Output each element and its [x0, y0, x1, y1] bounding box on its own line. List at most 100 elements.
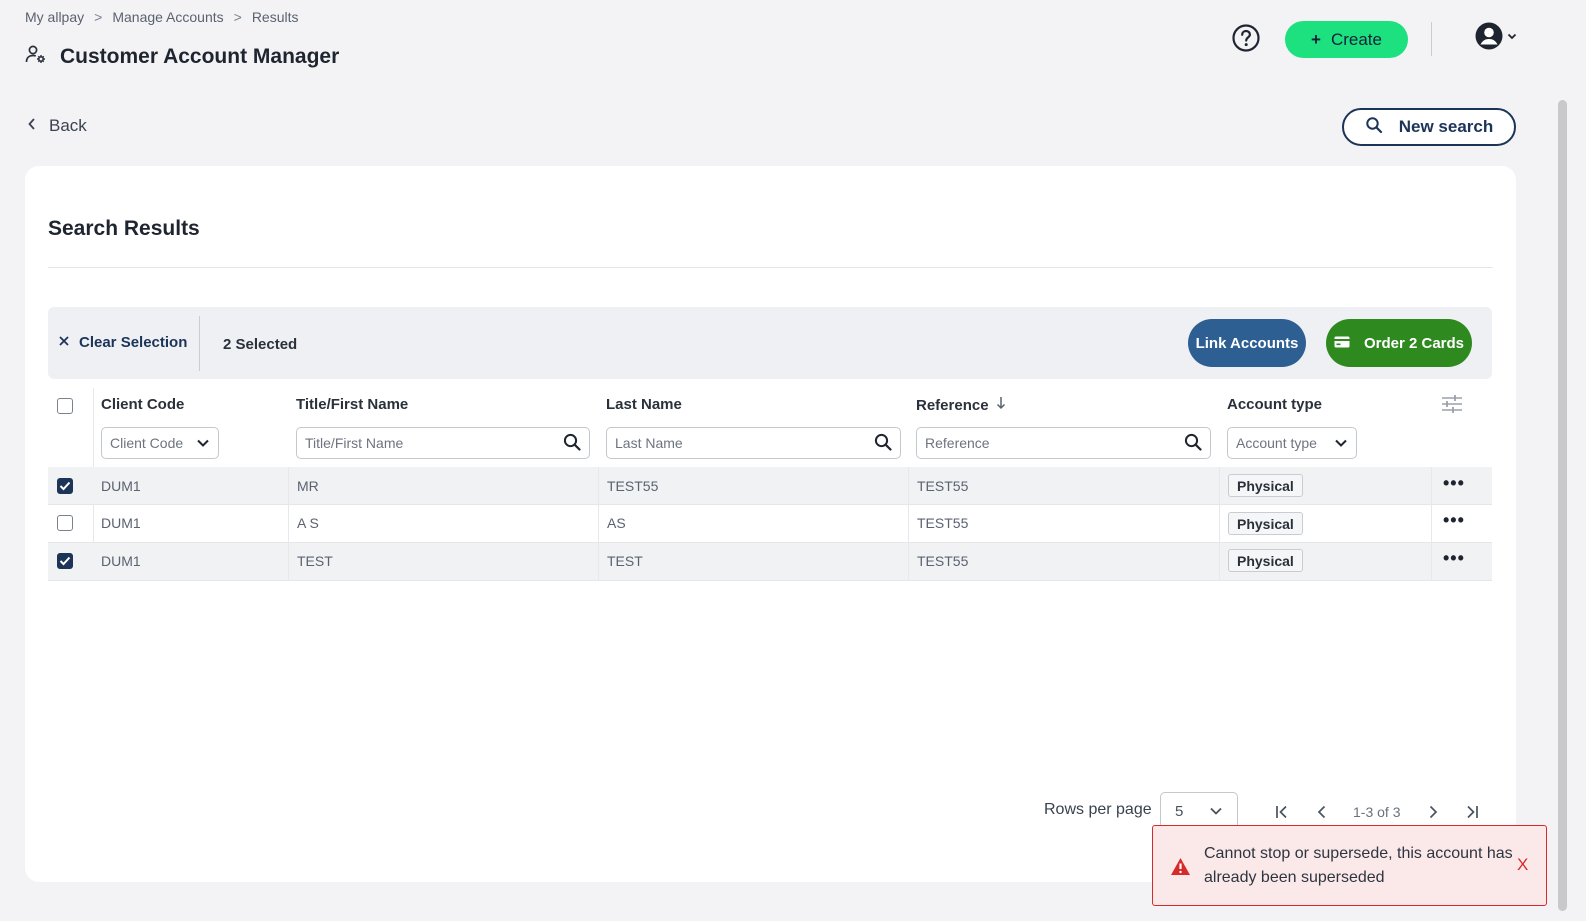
column-divider: [598, 467, 599, 580]
chevron-down-icon: [1506, 29, 1518, 47]
column-settings-icon[interactable]: [1441, 394, 1463, 419]
account-type-badge: Physical: [1228, 512, 1303, 535]
reference-cell: TEST55: [917, 515, 969, 531]
last-name-filter[interactable]: Last Name: [606, 427, 901, 459]
chevron-down-icon: [196, 435, 210, 451]
row-divider: [48, 542, 1492, 543]
client-code-filter-placeholder: Client Code: [110, 435, 184, 451]
page-range: 1-3 of 3: [1353, 804, 1401, 820]
section-title: Search Results: [48, 217, 200, 240]
order-cards-button[interactable]: Order 2 Cards: [1326, 319, 1472, 367]
column-divider: [1219, 467, 1220, 580]
header-divider: [1431, 22, 1432, 56]
column-header-client-code[interactable]: Client Code: [101, 396, 184, 413]
next-page-icon[interactable]: [1423, 802, 1443, 822]
column-divider: [908, 467, 909, 580]
more-options-icon[interactable]: •••: [1443, 548, 1465, 569]
help-icon[interactable]: [1230, 22, 1262, 54]
column-header-reference-label: Reference: [916, 396, 989, 414]
account-type-filter[interactable]: Account type: [1227, 427, 1357, 459]
link-accounts-button[interactable]: Link Accounts: [1188, 319, 1306, 367]
rows-per-page-label: Rows per page: [1044, 801, 1152, 818]
column-header-first-name[interactable]: Title/First Name: [296, 396, 408, 413]
more-options-icon[interactable]: •••: [1443, 473, 1465, 494]
scrollbar[interactable]: [1558, 100, 1567, 911]
create-button[interactable]: + Create: [1285, 21, 1408, 58]
first-name-cell: TEST: [297, 553, 333, 569]
rows-per-page-value: 5: [1175, 802, 1184, 820]
user-avatar-icon: [1474, 21, 1504, 56]
user-settings-icon: [25, 44, 47, 69]
column-header-reference[interactable]: Reference: [916, 396, 1006, 414]
row-checkbox[interactable]: [57, 478, 73, 494]
client-code-filter[interactable]: Client Code: [101, 427, 219, 459]
back-link-label: Back: [49, 116, 87, 135]
breadcrumb-separator: >: [233, 9, 242, 25]
last-name-cell: TEST55: [607, 478, 659, 494]
column-header-last-name[interactable]: Last Name: [606, 396, 682, 413]
first-name-cell: MR: [297, 478, 319, 494]
breadcrumb-item-results: Results: [251, 9, 299, 25]
section-divider: [48, 267, 1493, 268]
row-divider: [48, 504, 1492, 505]
reference-cell: TEST55: [917, 553, 969, 569]
check-icon: [59, 481, 71, 491]
column-divider: [1431, 467, 1432, 580]
sort-down-icon: [996, 396, 1006, 414]
last-name-filter-placeholder: Last Name: [615, 435, 683, 451]
selected-count: 2 Selected: [223, 336, 298, 353]
select-all-checkbox[interactable]: [57, 398, 73, 414]
row-divider: [48, 580, 1492, 581]
account-type-badge: Physical: [1228, 549, 1303, 572]
new-search-label: New search: [1398, 117, 1494, 136]
clear-selection-button[interactable]: Clear Selection: [58, 334, 187, 351]
previous-page-icon[interactable]: [1312, 802, 1332, 822]
account-type-filter-placeholder: Account type: [1236, 435, 1317, 451]
close-icon: [58, 334, 70, 351]
last-page-icon[interactable]: [1462, 802, 1482, 822]
search-icon: [1365, 116, 1383, 139]
breadcrumb: My allpay > Manage Accounts > Results: [25, 9, 299, 25]
selection-bar-divider: [199, 316, 200, 371]
warning-icon: [1170, 857, 1191, 881]
check-icon: [59, 556, 71, 566]
client-code-cell: DUM1: [101, 478, 141, 494]
more-options-icon[interactable]: •••: [1443, 510, 1465, 531]
plus-icon: +: [1311, 29, 1321, 49]
column-divider: [288, 467, 289, 580]
reference-filter-placeholder: Reference: [925, 435, 990, 451]
first-name-cell: A S: [297, 515, 319, 531]
link-accounts-label: Link Accounts: [1195, 334, 1299, 352]
page-title: Customer Account Manager: [60, 44, 340, 68]
breadcrumb-separator: >: [94, 9, 103, 25]
toast-close-button[interactable]: X: [1517, 855, 1528, 875]
new-search-button[interactable]: New search: [1342, 108, 1516, 146]
last-name-cell: AS: [607, 515, 626, 531]
back-link[interactable]: Back: [27, 116, 87, 136]
order-cards-label: Order 2 Cards: [1363, 334, 1465, 352]
clear-selection-label: Clear Selection: [79, 334, 188, 351]
search-icon[interactable]: [1184, 433, 1202, 454]
chevron-left-icon: [27, 116, 37, 136]
search-icon[interactable]: [874, 433, 892, 454]
page-header: Customer Account Manager: [25, 44, 339, 69]
row-checkbox[interactable]: [57, 515, 73, 531]
first-name-filter[interactable]: Title/First Name: [296, 427, 590, 459]
card-icon: [1334, 335, 1350, 352]
chevron-down-icon: [1209, 803, 1223, 820]
row-checkbox[interactable]: [57, 553, 73, 569]
chevron-down-icon: [1334, 435, 1348, 451]
first-name-filter-placeholder: Title/First Name: [305, 435, 404, 451]
first-page-icon[interactable]: [1272, 802, 1292, 822]
toast-message: Cannot stop or supersede, this account h…: [1204, 845, 1513, 886]
breadcrumb-item-manage-accounts[interactable]: Manage Accounts: [112, 9, 223, 25]
search-icon[interactable]: [563, 433, 581, 454]
reference-filter[interactable]: Reference: [916, 427, 1211, 459]
account-type-badge: Physical: [1228, 474, 1303, 497]
account-menu[interactable]: [1474, 22, 1518, 54]
breadcrumb-item-my-allpay[interactable]: My allpay: [25, 9, 84, 25]
reference-cell: TEST55: [917, 478, 969, 494]
client-code-cell: DUM1: [101, 515, 141, 531]
client-code-cell: DUM1: [101, 553, 141, 569]
column-header-account-type[interactable]: Account type: [1227, 396, 1322, 413]
